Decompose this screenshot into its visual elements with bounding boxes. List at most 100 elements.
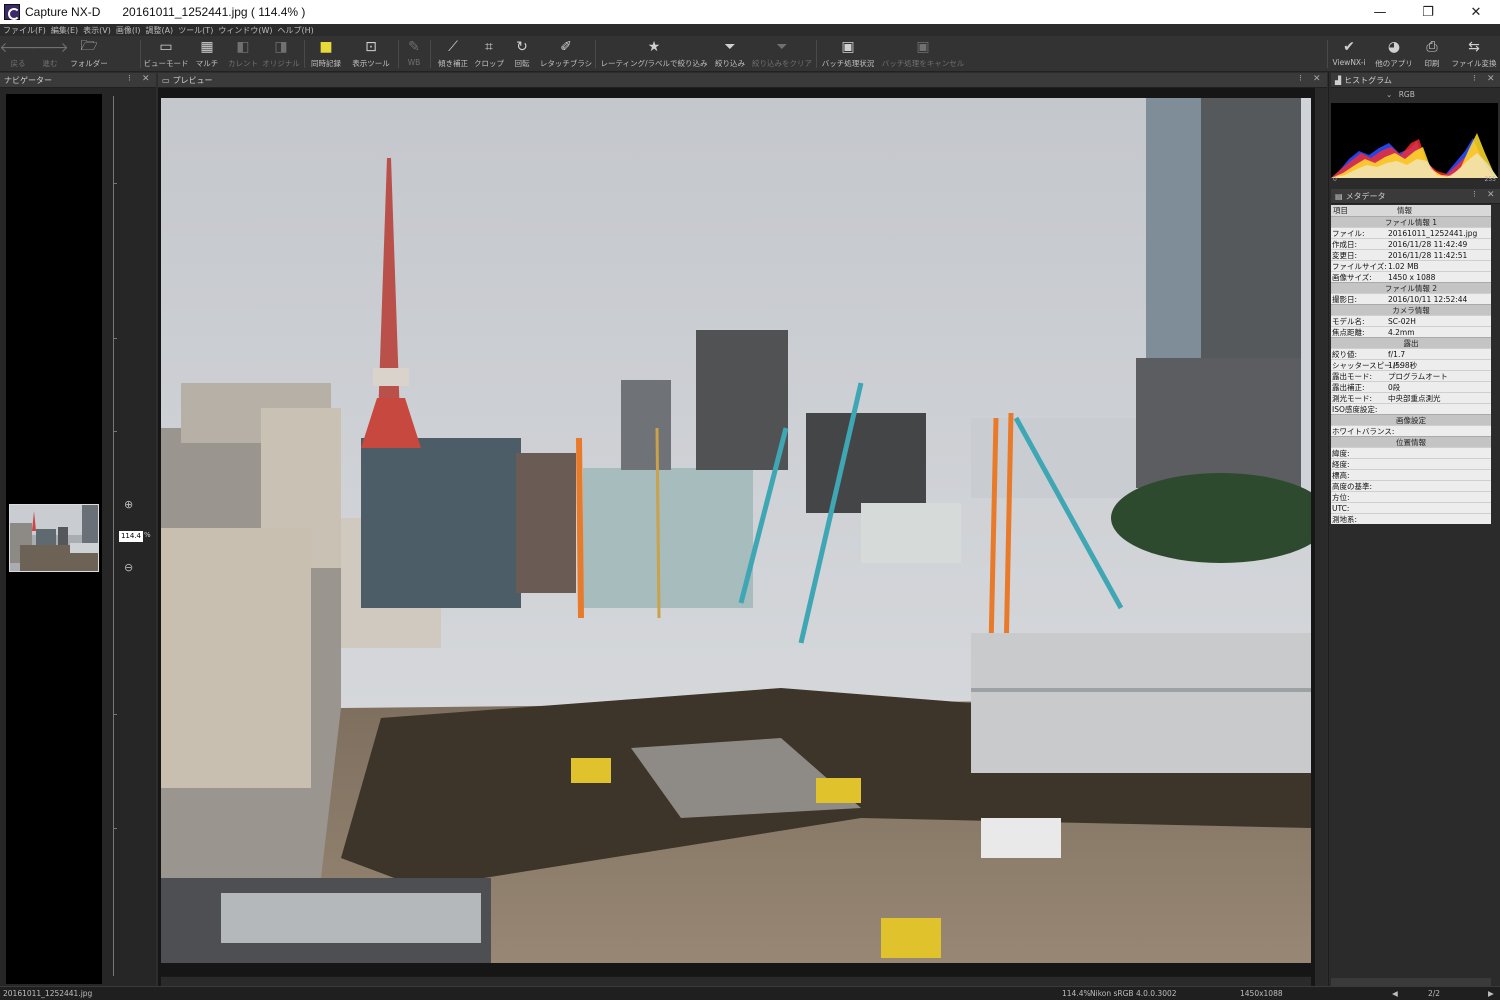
chevron-down-icon: ⌄ xyxy=(1386,90,1393,99)
funnel-clear-icon: ⏷ xyxy=(776,39,788,55)
menu-window[interactable]: ウィンドウ(W) xyxy=(218,25,272,36)
viewnx-icon: ✔ xyxy=(1343,39,1355,55)
straighten-button[interactable]: ⟋ 傾き補正 xyxy=(436,38,470,70)
zoom-value-field[interactable]: 114.4 xyxy=(119,531,143,542)
toolbar: 🡐 戻る 🡒 進む 🗁 フォルダー ▭ ビューモード ▦ マルチ ◧ カレント … xyxy=(0,36,1500,72)
zoom-out-icon[interactable]: ⊖ xyxy=(124,561,133,574)
histogram-channel-select[interactable]: ⌄ RGB xyxy=(1386,90,1486,101)
metadata-col-item: 項目 xyxy=(1333,206,1348,215)
status-zoom: 114.4% xyxy=(1062,989,1091,998)
metadata-header: ▤ メタデータ ⁝ ✕ xyxy=(1331,189,1500,204)
metadata-section[interactable]: カメラ情報 xyxy=(1331,304,1491,315)
zoom-tick xyxy=(113,828,117,829)
compare-original-icon: ◨ xyxy=(274,39,288,55)
histogram-icon: ▟ xyxy=(1335,75,1342,85)
navigator-thumbnail[interactable] xyxy=(9,504,99,572)
menu-adjust[interactable]: 調整(A) xyxy=(145,25,173,36)
print-button[interactable]: ⎙ 印刷 xyxy=(1421,38,1443,70)
panel-menu-icon[interactable]: ⁝ xyxy=(1299,74,1302,84)
panel-menu-icon[interactable]: ⁝ xyxy=(1473,190,1476,200)
metadata-row: 高度の基準: xyxy=(1331,480,1491,491)
file-convert-icon: ⇆ xyxy=(1468,39,1480,55)
metadata-col-info: 情報 xyxy=(1397,206,1412,215)
maximize-button[interactable]: ❐ xyxy=(1404,0,1452,24)
folder-button[interactable]: 🗁 フォルダー xyxy=(68,38,110,70)
wb-button[interactable]: ✎ WB xyxy=(404,38,424,70)
metadata-section[interactable]: 位置情報 xyxy=(1331,436,1491,447)
metadata-row: 経度: xyxy=(1331,458,1491,469)
zoom-unit: % xyxy=(144,531,151,539)
batch-status-button[interactable]: ▣ バッチ処理状況 xyxy=(819,38,877,70)
toolbar-separator xyxy=(1327,40,1328,68)
preview-horizontal-scrollbar[interactable] xyxy=(161,976,1311,986)
metadata-scrollbar[interactable] xyxy=(1331,978,1491,986)
menu-view[interactable]: 表示(V) xyxy=(83,25,111,36)
filter-button[interactable]: ⏷ 絞り込み xyxy=(713,38,747,70)
toolbar-separator xyxy=(140,40,141,68)
metadata-section[interactable]: 画像設定 xyxy=(1331,414,1491,425)
rotate-button[interactable]: ↻ 回転 xyxy=(510,38,534,70)
panel-close-icon[interactable]: ✕ xyxy=(142,74,150,84)
clear-filter-button[interactable]: ⏷ 絞り込みをクリア xyxy=(751,38,813,70)
panel-menu-icon[interactable]: ⁝ xyxy=(128,74,131,84)
display-tools-button[interactable]: ⊡ 表示ツール xyxy=(350,38,392,70)
metadata-section[interactable]: ファイル情報 1 xyxy=(1331,216,1491,227)
zoom-tick xyxy=(113,183,117,184)
zoom-in-icon[interactable]: ⊕ xyxy=(124,498,133,511)
preview-image[interactable] xyxy=(161,98,1311,963)
current-button[interactable]: ◧ カレント xyxy=(228,38,258,70)
preview-vertical-scrollbar[interactable] xyxy=(1315,88,1327,986)
view-mode-button[interactable]: ▭ ビューモード xyxy=(143,38,189,70)
bandage-icon: ✐ xyxy=(560,39,572,55)
metadata-section[interactable]: ファイル情報 2 xyxy=(1331,282,1491,293)
next-page-icon[interactable]: ▶ xyxy=(1488,989,1494,998)
menu-help[interactable]: ヘルプ(H) xyxy=(277,25,313,36)
metadata-section[interactable]: 露出 xyxy=(1331,337,1491,348)
close-button[interactable]: ✕ xyxy=(1452,0,1500,24)
menu-tools[interactable]: ツール(T) xyxy=(178,25,213,36)
other-apps-button[interactable]: ◕ 他のアプリ xyxy=(1373,38,1415,70)
compare-current-icon: ◧ xyxy=(236,39,250,55)
menu-image[interactable]: 画像(I) xyxy=(116,25,141,36)
navigator-title: ナビゲーター xyxy=(4,75,52,85)
histogram-min-label: 0 xyxy=(1333,176,1337,183)
panel-close-icon[interactable]: ✕ xyxy=(1487,74,1495,84)
metadata-icon: ▤ xyxy=(1335,191,1343,201)
label-icon: ■ xyxy=(319,39,333,55)
metadata-table-header: 項目 情報 xyxy=(1331,205,1491,216)
crop-button[interactable]: ⌗ クロップ xyxy=(474,38,504,70)
printer-icon: ⎙ xyxy=(1426,39,1438,55)
panel-menu-icon[interactable]: ⁝ xyxy=(1473,74,1476,84)
grid-icon: ▦ xyxy=(200,39,214,55)
retouch-brush-button[interactable]: ✐ レタッチブラシ xyxy=(540,38,592,70)
zoom-tick xyxy=(113,338,117,339)
batch-cancel-button[interactable]: ▣ バッチ処理をキャンセル xyxy=(880,38,966,70)
simultaneous-record-button[interactable]: ■ 同時記録 xyxy=(308,38,344,70)
forward-button[interactable]: 🡒 進む xyxy=(31,38,69,70)
metadata-row: ホワイトバランス: xyxy=(1331,425,1491,436)
preview-header: ▭ プレビュー ⁝ ✕ xyxy=(158,73,1327,88)
menu-bar: ファイル(F) 編集(E) 表示(V) 画像(I) 調整(A) ツール(T) ウ… xyxy=(0,24,1500,36)
viewnx-button[interactable]: ✔ ViewNX-i xyxy=(1331,38,1367,70)
window-title: 20161011_1252441.jpg ( 114.4% ) xyxy=(122,5,306,19)
status-image-size: 1450x1088 xyxy=(1240,989,1283,998)
menu-edit[interactable]: 編集(E) xyxy=(51,25,78,36)
prev-page-icon[interactable]: ◀ xyxy=(1392,989,1398,998)
metadata-row: 露出補正: 0段 xyxy=(1331,381,1491,392)
panel-close-icon[interactable]: ✕ xyxy=(1487,190,1495,200)
toolbar-separator xyxy=(304,40,305,68)
convert-button[interactable]: ⇆ ファイル変換 xyxy=(1450,38,1498,70)
zoom-slider-track[interactable] xyxy=(113,96,114,976)
metadata-row: 測光モード: 中央部重点測光 xyxy=(1331,392,1491,403)
multi-button[interactable]: ▦ マルチ xyxy=(194,38,220,70)
metadata-table: 項目 情報 ファイル情報 1 ファイル: 20161011_1252441.jpg… xyxy=(1331,205,1491,524)
minimize-button[interactable]: — xyxy=(1356,0,1404,24)
metadata-row: 方位: xyxy=(1331,491,1491,502)
back-button[interactable]: 🡐 戻る xyxy=(0,38,37,70)
rating-filter-button[interactable]: ★ レーティング/ラベルで絞り込み xyxy=(599,38,709,70)
original-button[interactable]: ◨ オリジナル xyxy=(262,38,300,70)
star-icon: ★ xyxy=(647,39,661,55)
menu-file[interactable]: ファイル(F) xyxy=(3,25,46,36)
panel-close-icon[interactable]: ✕ xyxy=(1313,74,1321,84)
preview-area[interactable] xyxy=(158,88,1315,986)
